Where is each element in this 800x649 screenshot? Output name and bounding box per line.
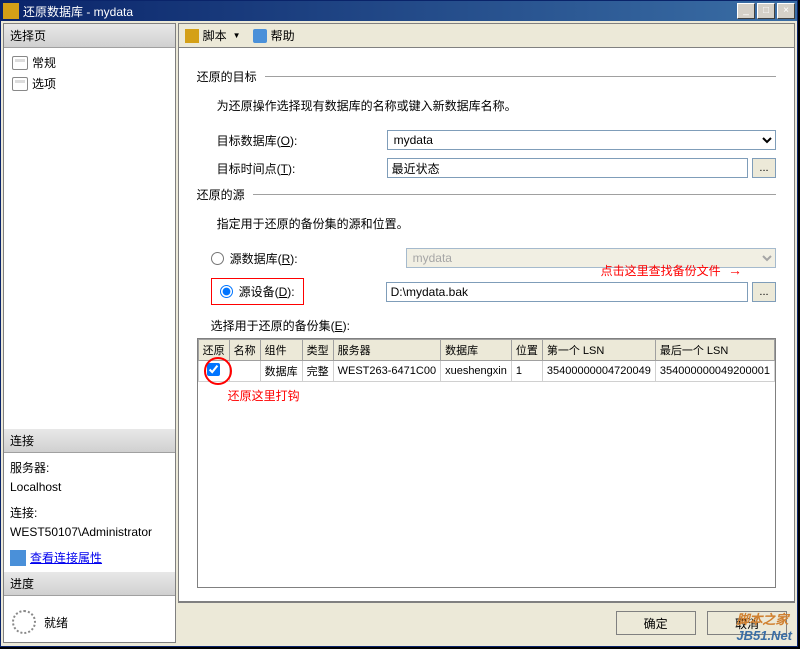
left-panel: 选择页 常规 选项 连接 服务器: Localhost 连接: WEST5010… (3, 23, 176, 643)
annotation-find-backup: 点击这里查找备份文件 (601, 264, 721, 278)
divider (253, 194, 776, 195)
cell-name (229, 361, 260, 382)
page-item-options[interactable]: 选项 (8, 73, 171, 94)
server-value: Localhost (10, 480, 169, 494)
toolbar: 脚本 ▼ 帮助 (178, 23, 795, 48)
col-position[interactable]: 位置 (511, 340, 542, 361)
target-desc: 为还原操作选择现有数据库的名称或键入新数据库名称。 (217, 97, 776, 114)
source-desc: 指定用于还原的备份集的源和位置。 (217, 215, 776, 232)
chevron-down-icon[interactable]: ▼ (233, 31, 241, 40)
time-browse-button[interactable]: ... (752, 158, 776, 178)
col-component[interactable]: 组件 (260, 340, 302, 361)
connection-header: 连接 (4, 429, 175, 453)
page-icon (12, 77, 28, 91)
page-label: 常规 (32, 54, 56, 71)
cell-type: 完整 (302, 361, 333, 382)
col-server[interactable]: 服务器 (333, 340, 440, 361)
source-database-radio[interactable] (211, 252, 224, 265)
page-item-general[interactable]: 常规 (8, 52, 171, 73)
table-row[interactable]: 数据库 完整 WEST263-6471C00 xueshengxin 1 354… (198, 361, 774, 382)
page-icon (12, 56, 28, 70)
cell-last-lsn: 354000000049200001 (655, 361, 774, 382)
target-section-title: 还原的目标 (197, 68, 257, 85)
annotation-check-restore: 还原这里打钩 (228, 387, 300, 404)
source-db-label: 源数据库(R): (230, 250, 406, 267)
app-icon (3, 3, 19, 19)
source-device-label: 源设备(D): (239, 283, 295, 300)
divider (265, 76, 776, 77)
script-button[interactable]: 脚本 (203, 27, 227, 44)
cell-first-lsn: 35400000004720049 (542, 361, 655, 382)
col-database[interactable]: 数据库 (441, 340, 512, 361)
connection-label: 连接: (10, 504, 169, 521)
progress-status: 就绪 (44, 614, 68, 631)
properties-icon (10, 550, 26, 566)
arrow-right-icon: → (728, 262, 742, 278)
help-icon (253, 29, 267, 43)
server-label: 服务器: (10, 459, 169, 476)
cancel-button[interactable]: 取消 (707, 611, 787, 635)
backup-sets-label: 选择用于还原的备份集(E): (211, 317, 776, 334)
window-title: 还原数据库 - mydata (23, 3, 737, 20)
col-type[interactable]: 类型 (302, 340, 333, 361)
col-name[interactable]: 名称 (229, 340, 260, 361)
target-time-label: 目标时间点(T): (217, 160, 387, 177)
select-page-header: 选择页 (4, 24, 175, 48)
page-label: 选项 (32, 75, 56, 92)
source-device-radio[interactable] (220, 285, 233, 298)
cell-component: 数据库 (260, 361, 302, 382)
maximize-button[interactable]: □ (757, 3, 775, 19)
target-db-label: 目标数据库(O): (217, 132, 387, 149)
view-connection-properties-link[interactable]: 查看连接属性 (30, 549, 102, 566)
target-db-select[interactable]: mydata (387, 130, 776, 150)
restore-checkbox[interactable] (207, 363, 220, 376)
minimize-button[interactable]: _ (737, 3, 755, 19)
ok-button[interactable]: 确定 (616, 611, 696, 635)
col-last-lsn[interactable]: 最后一个 LSN (655, 340, 774, 361)
progress-spinner-icon (12, 610, 36, 634)
cell-position: 1 (511, 361, 542, 382)
script-icon (185, 29, 199, 43)
col-restore[interactable]: 还原 (198, 340, 229, 361)
titlebar: 还原数据库 - mydata _ □ × (1, 1, 797, 21)
source-section-title: 还原的源 (197, 186, 245, 203)
help-button[interactable]: 帮助 (271, 27, 295, 44)
backup-sets-table: 还原 名称 组件 类型 服务器 数据库 位置 第一个 LSN 最后一个 LSN (197, 338, 776, 588)
close-button[interactable]: × (777, 3, 795, 19)
cell-database: xueshengxin (441, 361, 512, 382)
connection-value: WEST50107\Administrator (10, 525, 169, 539)
target-time-input[interactable] (387, 158, 748, 178)
progress-header: 进度 (4, 572, 175, 596)
device-path-input[interactable] (386, 282, 748, 302)
cell-server: WEST263-6471C00 (333, 361, 440, 382)
col-first-lsn[interactable]: 第一个 LSN (542, 340, 655, 361)
device-browse-button[interactable]: ... (752, 282, 776, 302)
